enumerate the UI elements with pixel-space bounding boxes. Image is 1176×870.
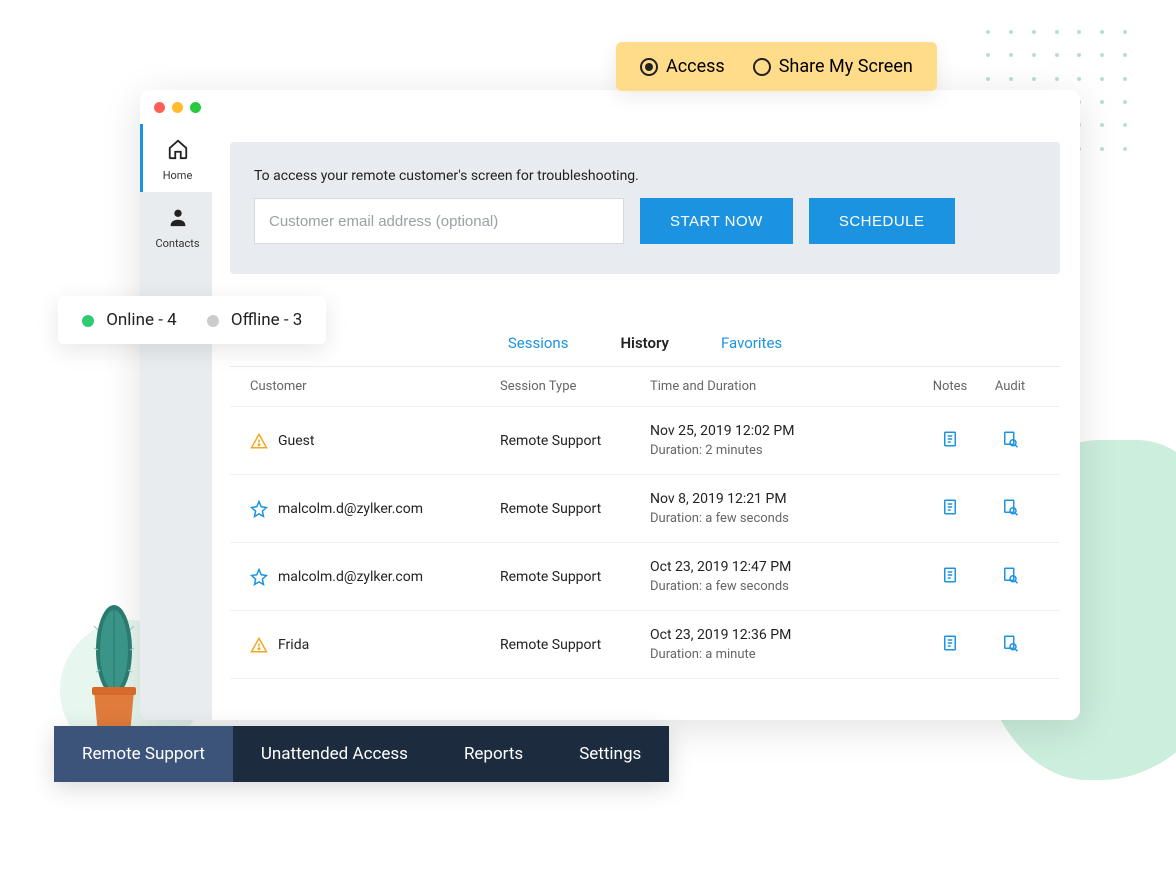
history-panel: Sessions History Favorites Customer Sess…	[230, 320, 1060, 679]
session-datetime: Nov 8, 2019 12:21 PM	[650, 491, 920, 507]
session-datetime: Nov 25, 2019 12:02 PM	[650, 423, 920, 439]
access-description: To access your remote customer's screen …	[254, 168, 1036, 184]
home-icon	[143, 138, 212, 165]
warning-icon	[250, 636, 268, 654]
table-row[interactable]: malcolm.d@zylker.com Remote SupportOct 23…	[230, 542, 1060, 610]
mode-toggle: Access Share My Screen	[616, 42, 937, 91]
session-type-cell: Remote Support	[500, 433, 650, 449]
notes-icon[interactable]	[941, 640, 959, 656]
main-content: To access your remote customer's screen …	[212, 124, 1080, 720]
offline-dot-icon	[207, 315, 219, 327]
star-icon	[250, 568, 268, 586]
session-datetime: Oct 23, 2019 12:47 PM	[650, 559, 920, 575]
nav-reports-label: Reports	[464, 744, 523, 764]
time-duration-cell: Nov 25, 2019 12:02 PM Duration: 2 minutes	[650, 423, 920, 458]
nav-reports[interactable]: Reports	[436, 726, 551, 782]
header-time-duration: Time and Duration	[650, 379, 920, 394]
window-close-icon[interactable]	[154, 102, 165, 113]
session-type-cell: Remote Support	[500, 569, 650, 585]
offline-status[interactable]: Offline - 3	[207, 310, 303, 330]
nav-unattended-access[interactable]: Unattended Access	[233, 726, 436, 782]
header-audit: Audit	[980, 379, 1040, 394]
sidebar-item-contacts[interactable]: Contacts	[140, 192, 212, 260]
session-tabs: Sessions History Favorites	[230, 320, 1060, 367]
radio-unselected-icon	[753, 58, 771, 76]
table-row[interactable]: Frida Remote SupportOct 23, 2019 12:36 PM…	[230, 610, 1060, 679]
online-dot-icon	[82, 315, 94, 327]
table-row[interactable]: malcolm.d@zylker.com Remote SupportNov 8,…	[230, 474, 1060, 542]
customer-name: malcolm.d@zylker.com	[278, 501, 423, 517]
session-duration: Duration: a few seconds	[650, 511, 920, 526]
status-chip: Online - 4 Offline - 3	[58, 296, 326, 344]
sidebar-item-home[interactable]: Home	[140, 124, 212, 192]
warning-icon	[250, 432, 268, 450]
nav-settings[interactable]: Settings	[551, 726, 669, 782]
sidebar-home-label: Home	[163, 169, 193, 182]
online-status[interactable]: Online - 4	[82, 310, 177, 330]
customer-name: malcolm.d@zylker.com	[278, 569, 423, 585]
time-duration-cell: Oct 23, 2019 12:36 PM Duration: a minute	[650, 627, 920, 662]
notes-icon[interactable]	[941, 436, 959, 452]
audit-icon[interactable]	[1001, 436, 1019, 452]
window-maximize-icon[interactable]	[190, 102, 201, 113]
customer-name: Guest	[278, 433, 314, 449]
table-header: Customer Session Type Time and Duration …	[230, 367, 1060, 406]
table-row[interactable]: Guest Remote SupportNov 25, 2019 12:02 PM…	[230, 406, 1060, 474]
notes-icon[interactable]	[941, 504, 959, 520]
audit-icon[interactable]	[1001, 640, 1019, 656]
star-icon	[250, 500, 268, 518]
audit-icon[interactable]	[1001, 572, 1019, 588]
tab-sessions[interactable]: Sessions	[500, 330, 577, 356]
mode-share-option[interactable]: Share My Screen	[753, 56, 913, 77]
session-type-cell: Remote Support	[500, 637, 650, 653]
window-minimize-icon[interactable]	[172, 102, 183, 113]
bottom-nav: Remote Support Unattended Access Reports…	[54, 726, 669, 782]
time-duration-cell: Oct 23, 2019 12:47 PM Duration: a few sec…	[650, 559, 920, 594]
contact-icon	[143, 206, 212, 233]
sidebar-contacts-label: Contacts	[155, 237, 199, 250]
tab-favorites[interactable]: Favorites	[713, 330, 790, 356]
mode-access-label: Access	[666, 56, 725, 77]
audit-icon[interactable]	[1001, 504, 1019, 520]
access-panel: To access your remote customer's screen …	[230, 142, 1060, 274]
tab-history[interactable]: History	[612, 330, 677, 356]
session-type-cell: Remote Support	[500, 501, 650, 517]
customer-name: Frida	[278, 637, 309, 653]
start-now-button[interactable]: START NOW	[640, 198, 793, 244]
offline-label: Offline - 3	[231, 310, 302, 330]
customer-email-input[interactable]	[254, 198, 624, 244]
schedule-button[interactable]: SCHEDULE	[809, 198, 955, 244]
session-duration: Duration: a few seconds	[650, 579, 920, 594]
header-notes: Notes	[920, 379, 980, 394]
window-titlebar	[140, 90, 1080, 124]
radio-selected-icon	[640, 58, 658, 76]
cactus-illustration	[74, 590, 154, 740]
online-label: Online - 4	[106, 310, 176, 330]
mode-access-option[interactable]: Access	[640, 56, 725, 77]
nav-settings-label: Settings	[579, 744, 641, 764]
session-duration: Duration: a minute	[650, 647, 920, 662]
nav-remote-support-label: Remote Support	[82, 744, 205, 764]
app-window: Home Contacts To access your remote cust…	[140, 90, 1080, 720]
session-duration: Duration: 2 minutes	[650, 443, 920, 458]
header-session-type: Session Type	[500, 379, 650, 394]
notes-icon[interactable]	[941, 572, 959, 588]
mode-share-label: Share My Screen	[779, 56, 913, 77]
session-datetime: Oct 23, 2019 12:36 PM	[650, 627, 920, 643]
nav-remote-support[interactable]: Remote Support	[54, 726, 233, 782]
nav-unattended-label: Unattended Access	[261, 744, 408, 764]
time-duration-cell: Nov 8, 2019 12:21 PM Duration: a few seco…	[650, 491, 920, 526]
header-customer: Customer	[250, 379, 500, 394]
